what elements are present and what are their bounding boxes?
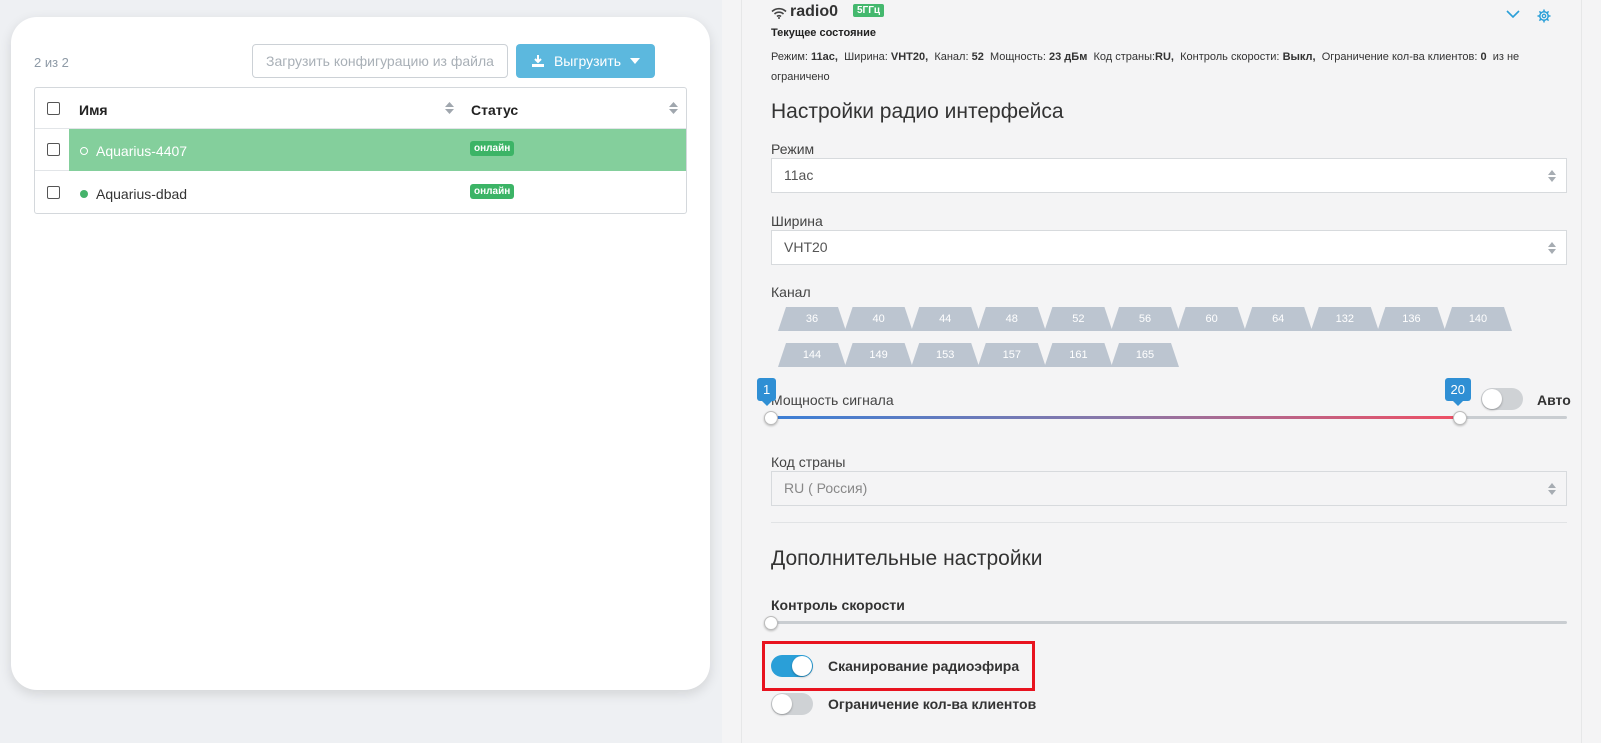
state-speed-value: Выкл, [1282,51,1316,63]
select-arrows-icon [1548,242,1556,254]
column-status-header[interactable]: Статус [471,102,518,118]
toggle-knob [1482,389,1502,409]
chevron-down-icon[interactable] [1506,10,1520,18]
channel-option-144[interactable]: 144 [778,343,846,367]
gear-icon[interactable] [1537,9,1551,23]
sort-icon[interactable] [669,101,678,115]
speed-control-slider[interactable] [771,621,1567,624]
radio-name: radio0 [790,3,839,20]
scan-label: Сканирование радиоэфира [828,658,1020,674]
status-badge: онлайн [470,184,515,199]
status-badge: онлайн [470,141,515,156]
auto-power-toggle[interactable] [1481,388,1523,410]
channel-option-153[interactable]: 153 [911,343,980,367]
country-code-value: RU ( Россия) [784,480,868,496]
band-badge: 5ГГц [853,4,885,17]
country-code-label: Код страны [771,454,846,470]
channel-option-52[interactable]: 52 [1044,307,1113,331]
state-power-label: Мощность: [989,51,1046,63]
channel-option-161[interactable]: 161 [1044,343,1113,367]
load-config-button[interactable]: Загрузить конфигурацию из файла [252,44,508,78]
radio-settings-panel: radio0 5ГГц Текущее состояние Режим: 11a… [722,0,1601,743]
state-channel-label: Канал: [934,51,969,63]
additional-settings-title: Дополнительные настройки [771,547,1043,570]
channel-label: Канал [771,284,811,300]
slider-min-thumb[interactable] [764,411,778,425]
table-header: Имя Статус [35,88,686,129]
channel-option-136[interactable]: 136 [1377,307,1446,331]
radio-settings-content: radio0 5ГГц Текущее состояние Режим: 11a… [741,0,1582,743]
speed-control-thumb[interactable] [764,616,778,630]
channel-option-56[interactable]: 56 [1111,307,1179,331]
device-name[interactable]: Aquarius-dbad [96,186,187,202]
channel-option-64[interactable]: 64 [1244,307,1313,331]
channel-option-149[interactable]: 149 [844,343,913,367]
state-speed-label: Контроль скорости: [1180,51,1280,63]
signal-power-fill [771,416,1460,419]
mode-label: Режим [771,141,815,157]
select-all-checkbox[interactable] [47,102,60,115]
channel-option-48[interactable]: 48 [977,307,1046,331]
toggle-knob [792,656,812,676]
state-mode-value: 11ac, [811,51,838,63]
sort-icon[interactable] [445,101,454,115]
client-limit-label: Ограничение кол-ва клиентов [828,696,1037,712]
channel-option-157[interactable]: 157 [977,343,1046,367]
export-button[interactable]: Выгрузить [516,44,655,78]
state-width-value: VHT20, [890,51,929,63]
channel-option-44[interactable]: 44 [911,307,980,331]
current-state-summary: Режим: 11ac, Ширина: VHT20, Канал: 52 Мо… [771,47,1551,87]
slider-max-thumb[interactable] [1452,411,1467,425]
table-row[interactable]: Aquarius-4407 онлайн [35,129,686,171]
download-icon [531,55,544,67]
state-channel-value: 52 [971,51,984,63]
state-mode-label: Режим: [771,51,808,63]
column-name-header[interactable]: Имя [79,102,108,118]
speed-control-label: Контроль скорости [771,597,905,613]
state-clients-label: Ограничение кол-ва клиентов: [1321,51,1478,63]
width-select-value: VHT20 [784,239,828,255]
state-clients-value: 0 [1480,51,1487,63]
width-select[interactable]: VHT20 [771,230,1567,265]
channel-option-165[interactable]: 165 [1111,343,1179,367]
channel-option-60[interactable]: 60 [1177,307,1246,331]
caret-down-icon [630,58,641,64]
state-country-label: Код страны: [1093,51,1156,63]
section-divider [771,522,1567,523]
device-name[interactable]: Aquarius-4407 [96,143,187,159]
devices-card: 2 из 2 Загрузить конфигурацию из файла В… [11,17,710,690]
channel-option-132[interactable]: 132 [1310,307,1379,331]
radio-settings-title: Настройки радио интерфейса [771,100,1064,123]
state-country-value: RU, [1155,51,1174,63]
auto-power-label: Авто [1537,392,1571,408]
channel-option-36[interactable]: 36 [778,307,846,331]
mode-select-value: 11ac [784,167,814,183]
status-dot-icon [80,147,88,155]
width-label: Ширина [771,213,823,229]
signal-power-label: Мощность сигнала [771,392,894,408]
table-row[interactable]: Aquarius-dbad онлайн [35,172,686,213]
current-state-label: Текущее состояние [771,27,877,39]
select-arrows-icon [1548,483,1556,495]
export-button-label: Выгрузить [553,53,622,69]
toggle-knob [772,694,792,714]
signal-power-slider[interactable] [771,416,1567,419]
wifi-icon [771,7,787,19]
slider-min-tooltip: 1 [757,378,777,406]
state-power-value: 23 дБм [1049,51,1088,63]
channel-option-140[interactable]: 140 [1444,307,1512,331]
items-counter: 2 из 2 [34,55,69,70]
devices-table: Имя Статус Aquarius-4407 онлайн Aquarius… [34,87,687,214]
state-width-label: Ширина: [844,51,888,63]
status-dot-icon [80,190,88,198]
select-arrows-icon [1548,170,1556,182]
channel-option-40[interactable]: 40 [844,307,913,331]
row-checkbox[interactable] [47,143,60,156]
client-limit-toggle[interactable] [771,693,813,715]
mode-select[interactable]: 11ac [771,158,1567,193]
scan-toggle[interactable] [771,655,813,677]
slider-value-tooltip: 20 [1444,378,1471,406]
country-code-select[interactable]: RU ( Россия) [771,471,1567,506]
row-checkbox[interactable] [47,186,60,199]
